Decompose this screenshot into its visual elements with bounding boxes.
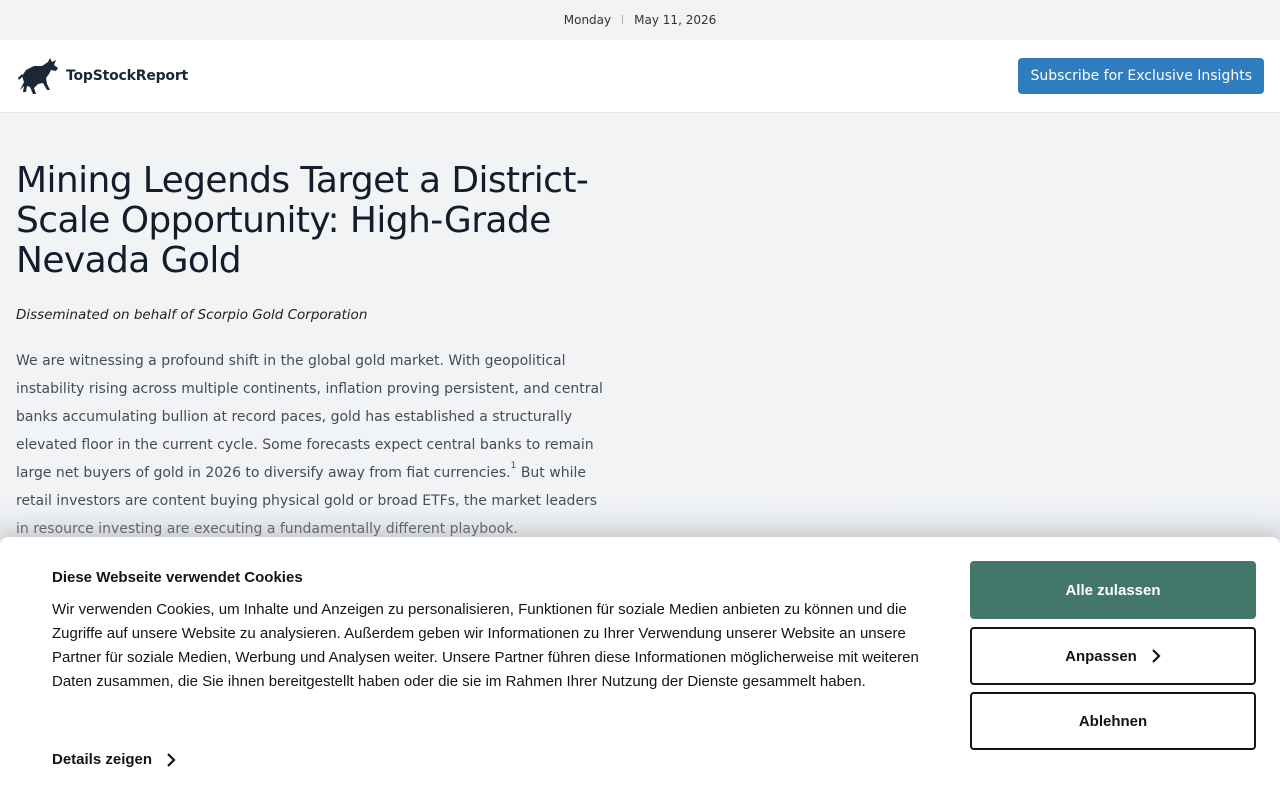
reject-button[interactable]: Ablehnen xyxy=(970,692,1256,750)
chevron-right-icon xyxy=(1152,649,1161,663)
cookie-title: Diese Webseite verwendet Cookies xyxy=(52,569,303,586)
customize-label: Anpassen xyxy=(1065,647,1137,665)
reject-label: Ablehnen xyxy=(1078,712,1148,730)
article-title: Mining Legends Target a District-Scale O… xyxy=(16,160,589,281)
logo-text: TopStockReport xyxy=(66,68,189,84)
subscribe-button[interactable]: Subscribe for Exclusive Insights xyxy=(1018,58,1264,94)
cookie-message: Diese Webseite verwendet Cookies Wir ver… xyxy=(52,569,952,694)
bull-icon xyxy=(18,58,58,94)
cookie-banner: Diese Webseite verwendet Cookies Wir ver… xyxy=(0,537,1280,800)
site-header: TopStockReport Subscribe for Exclusive I… xyxy=(0,40,1280,113)
allow-all-label: Alle zulassen xyxy=(1065,581,1161,599)
show-details-link[interactable]: Details zeigen xyxy=(52,751,176,768)
article-byline: Disseminated on behalf of Scorpio Gold C… xyxy=(16,307,368,323)
customize-button[interactable]: Anpassen xyxy=(970,627,1256,685)
current-date: May 11, 2026 xyxy=(634,13,717,27)
chevron-right-icon xyxy=(167,752,176,767)
site-logo[interactable]: TopStockReport xyxy=(16,56,188,96)
show-details-label: Details zeigen xyxy=(52,751,153,768)
date-bar: Monday | May 11, 2026 xyxy=(0,0,1280,40)
allow-all-button[interactable]: Alle zulassen xyxy=(970,561,1256,619)
weekday: Monday xyxy=(563,13,612,27)
cookie-text: Wir verwenden Cookies, um Inhalte und An… xyxy=(52,601,919,690)
date-separator: | xyxy=(621,15,625,25)
content-fade xyxy=(0,500,1280,540)
article: Mining Legends Target a District-Scale O… xyxy=(0,113,620,543)
